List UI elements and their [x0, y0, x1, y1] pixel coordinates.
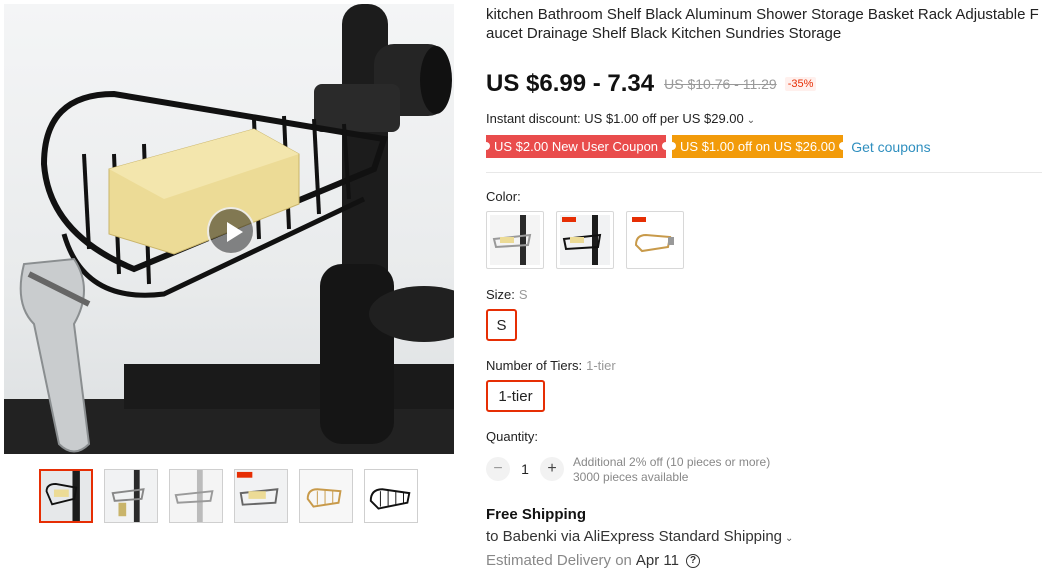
black-rack-on-faucet-thumbnail: [560, 215, 610, 265]
color-option-3[interactable]: [626, 211, 684, 269]
thumbnail-3[interactable]: [169, 469, 223, 523]
divider: [486, 172, 1042, 173]
chevron-down-icon: ⌄: [746, 115, 756, 126]
new-user-coupon[interactable]: US $2.00 New User Coupon: [481, 135, 671, 158]
shipping-method-text: to Babenki via AliExpress Standard Shipp…: [486, 528, 783, 545]
bulk-discount-note: Additional 2% off (10 pieces or more): [573, 455, 771, 469]
thumbnail-1[interactable]: [39, 469, 93, 523]
quantity-note: Additional 2% off (10 pieces or more) 30…: [573, 455, 770, 485]
current-price: US $6.99 - 7.34: [486, 70, 655, 97]
color-option-1[interactable]: [486, 211, 544, 269]
silver-rack-with-bottle-thumbnail: [105, 470, 157, 522]
store-coupon[interactable]: US $1.00 off on US $26.00: [668, 135, 848, 158]
gold-rack-thumbnail: [630, 215, 680, 265]
tiers-label-text: Number of Tiers:: [486, 358, 583, 373]
thumbnail-6[interactable]: [364, 469, 418, 523]
stock-available-note: 3000 pieces available: [573, 470, 689, 484]
tiers-label: Number of Tiers: 1-tier: [486, 358, 616, 373]
shipping-title: Free Shipping: [486, 506, 587, 523]
delivery-label: Estimated Delivery on: [486, 552, 632, 569]
black-rack-outline-thumbnail: [365, 470, 417, 522]
size-option-s[interactable]: S: [486, 309, 517, 341]
play-video-button[interactable]: [207, 207, 255, 255]
color-label: Color:: [486, 189, 521, 204]
main-product-image[interactable]: [4, 4, 454, 454]
silver-rack-on-faucet-thumbnail: [490, 215, 540, 265]
size-label-text: Size:: [486, 287, 515, 302]
discount-badge: -35%: [784, 77, 817, 91]
size-label: Size: S: [486, 287, 528, 302]
tiers-selected-value: 1-tier: [586, 358, 616, 373]
silver-rack-on-faucet-thumbnail: [170, 470, 222, 522]
thumbnail-4[interactable]: [234, 469, 288, 523]
product-title: kitchen Bathroom Shelf Black Aluminum Sh…: [486, 6, 1039, 42]
original-price: US $10.76 - 11.29: [664, 76, 777, 92]
shipping-method[interactable]: to Babenki via AliExpress Standard Shipp…: [486, 528, 793, 545]
coupon-row: US $2.00 New User Coupon US $1.00 off on…: [481, 135, 931, 158]
instant-discount-text: Instant discount: US $1.00 off per US $2…: [486, 111, 744, 126]
increment-button[interactable]: +: [540, 457, 564, 481]
get-coupons-link[interactable]: Get coupons: [851, 139, 930, 155]
instant-discount[interactable]: Instant discount: US $1.00 off per US $2…: [486, 111, 755, 126]
quantity-stepper: − +: [486, 456, 564, 482]
quantity-label: Quantity:: [486, 429, 539, 444]
price-row: US $6.99 - 7.34 US $10.76 - 11.29 -35%: [486, 68, 817, 100]
size-selected-value: S: [518, 287, 528, 302]
color-option-2[interactable]: [556, 211, 614, 269]
thumbnail-2[interactable]: [104, 469, 158, 523]
thumbnail-5[interactable]: [299, 469, 353, 523]
help-icon[interactable]: ?: [686, 553, 700, 568]
delivery-date: Apr 11: [635, 552, 679, 569]
estimated-delivery: Estimated Delivery on Apr 11 ?: [486, 552, 700, 569]
black-rack-thumbnail: [41, 471, 91, 521]
decrement-button[interactable]: −: [486, 457, 510, 481]
rack-with-sponge-badge-thumbnail: [235, 470, 287, 522]
chevron-down-icon: ⌄: [785, 533, 794, 544]
tier-option-1[interactable]: 1-tier: [486, 380, 545, 412]
quantity-input[interactable]: [510, 457, 540, 481]
gold-rack-thumbnail: [300, 470, 352, 522]
